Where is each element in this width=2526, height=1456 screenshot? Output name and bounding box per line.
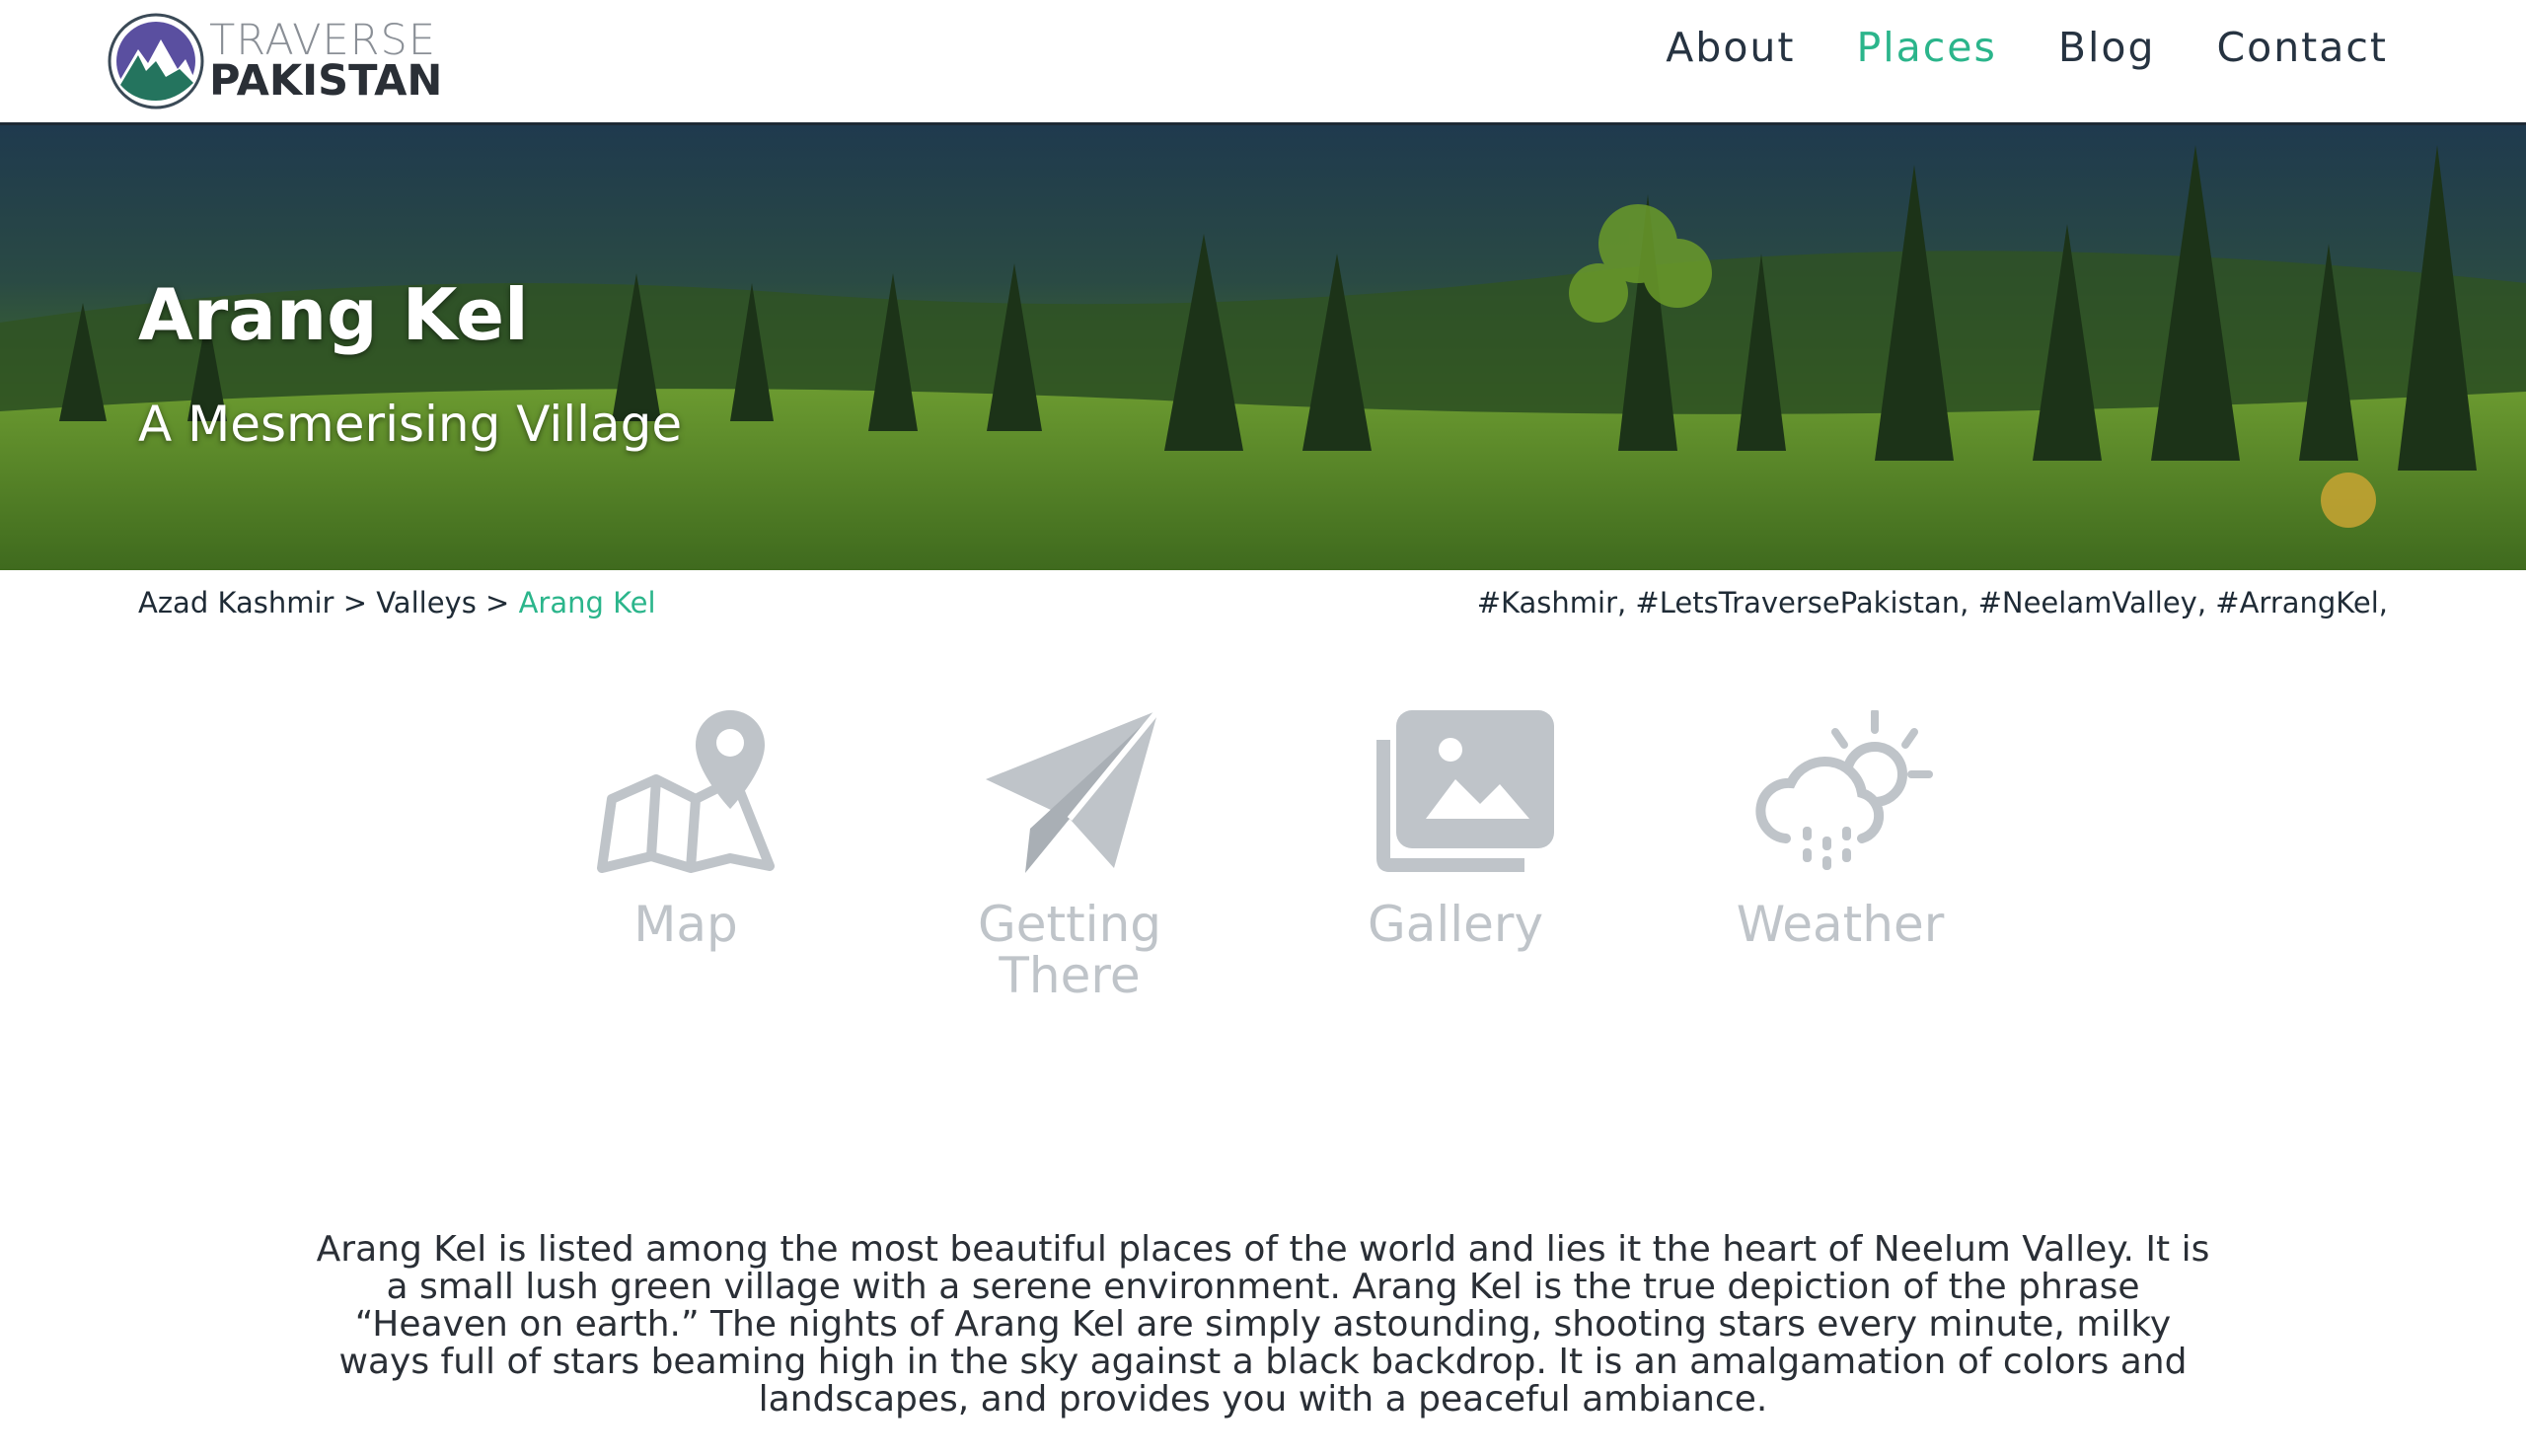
feature-weather-label: Weather [1736, 896, 1945, 953]
nav-places[interactable]: Places [1856, 24, 1996, 71]
breadcrumb-item-current: Arang Kel [518, 586, 656, 619]
site-logo[interactable]: TRAVERSE PAKISTAN [107, 12, 442, 110]
feature-weather[interactable]: Weather [1722, 710, 1959, 950]
nav-contact[interactable]: Contact [2216, 24, 2388, 71]
breadcrumb: Azad Kashmir > Valleys > Arang Kel [138, 586, 656, 619]
logo-text-line2: PAKISTAN [209, 56, 443, 106]
nav-about[interactable]: About [1666, 24, 1795, 71]
feature-map[interactable]: Map [567, 710, 804, 950]
feature-getting-there-label-line1: Getting [977, 896, 1162, 953]
breadcrumb-separator: > [485, 586, 510, 619]
feature-getting-there-label-line2: There [999, 947, 1141, 1004]
main-nav: About Places Blog Contact [1604, 24, 2388, 71]
breadcrumb-separator: > [342, 586, 367, 619]
feature-map-label: Map [633, 896, 738, 953]
place-description: Arang Kel is listed among the most beaut… [316, 1229, 2210, 1420]
weather-icon [1755, 710, 1933, 870]
page-title: Arang Kel [138, 273, 529, 356]
nav-blog[interactable]: Blog [2058, 24, 2156, 71]
hero-banner: Arang Kel A Mesmerising Village [0, 125, 2526, 570]
feature-getting-there-label: Getting There [951, 899, 1188, 1001]
breadcrumb-item-valleys[interactable]: Valleys [376, 586, 477, 619]
hashtags: #Kashmir, #LetsTraversePakistan, #Neelam… [1476, 586, 2388, 619]
map-pin-icon [597, 710, 775, 873]
paper-plane-icon [986, 710, 1161, 873]
site-header: TRAVERSE PAKISTAN About Places Blog Cont… [0, 0, 2526, 125]
feature-gallery[interactable]: Gallery [1337, 710, 1574, 950]
page-subtitle: A Mesmerising Village [138, 396, 683, 453]
feature-gallery-label: Gallery [1367, 896, 1544, 953]
gallery-icon [1376, 710, 1554, 872]
breadcrumb-item-azad-kashmir[interactable]: Azad Kashmir [138, 586, 334, 619]
logo-mountain-icon [108, 13, 204, 109]
feature-getting-there[interactable]: Getting There [951, 710, 1188, 1001]
